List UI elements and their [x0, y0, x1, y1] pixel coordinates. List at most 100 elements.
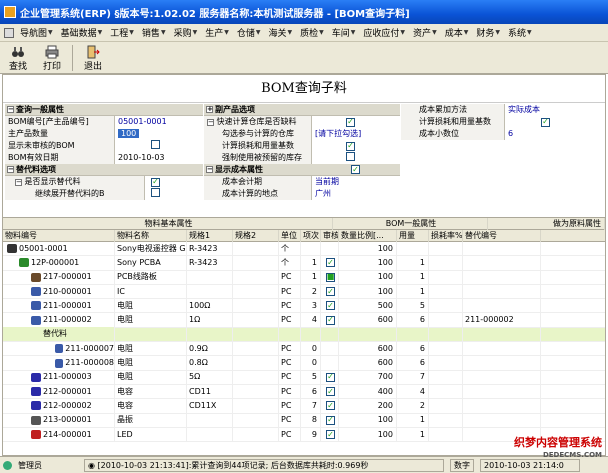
menu-item-8[interactable]: 质检 ▼ — [296, 26, 328, 39]
menu-item-1[interactable]: 基础数据 ▼ — [57, 26, 107, 39]
bom-code-value[interactable]: 05001-0001 — [115, 116, 167, 128]
cell-chk[interactable]: ✓ — [321, 255, 339, 270]
table-row[interactable]: 替代料 — [3, 327, 605, 343]
cost-method-value[interactable]: 实际成本 — [505, 104, 540, 116]
menu-doc-icon[interactable] — [4, 27, 14, 38]
column-header-2[interactable]: 规格1 — [187, 230, 233, 242]
cost-location-value[interactable]: 广州 — [312, 188, 331, 200]
cell-chk[interactable] — [321, 356, 339, 371]
column-header-1[interactable]: 物料名称 — [115, 230, 187, 242]
cost-period-value[interactable]: 当前期 — [312, 176, 339, 188]
menu-item-9[interactable]: 车间 ▼ — [328, 26, 360, 39]
menu-item-2[interactable]: 工程 ▼ — [106, 26, 138, 39]
column-header-5[interactable]: 项次 — [301, 230, 321, 242]
table-row[interactable]: 212-000001 电容 CD11 PC 6 ✓ 400 4 — [3, 384, 605, 400]
audit-checkbox[interactable]: ✓ — [326, 301, 335, 311]
warehouse-dropdown[interactable]: [请下拉勾选] — [312, 128, 361, 140]
section-substitute[interactable]: − 替代料选项 — [5, 164, 203, 176]
cell-seq: 0 — [301, 356, 321, 371]
search-button[interactable]: 查找 — [4, 45, 32, 72]
table-row[interactable]: 211-000003 电阻 5Ω PC 5 ✓ 700 7 — [3, 370, 605, 385]
section-byproduct[interactable]: + 副产品选项 — [204, 104, 400, 116]
printer-icon — [45, 45, 59, 59]
audit-checkbox[interactable]: ✓ — [326, 287, 335, 297]
table-row[interactable]: 211-000002 电阻 1Ω PC 4 ✓ 600 6 211-000002 — [3, 313, 605, 328]
menu-item-3[interactable]: 销售 ▼ — [138, 26, 170, 39]
audit-checkbox[interactable]: ✓ — [326, 415, 335, 425]
table-row[interactable]: 211-000007 电阻 0.9Ω PC 0 600 6 — [3, 341, 605, 357]
show-substitute-checkbox[interactable]: ✓ — [151, 177, 160, 187]
prop-force-reserved: 强制使用被预留的库存 — [204, 152, 400, 164]
audit-checkbox[interactable]: ✓ — [326, 258, 335, 268]
cell-loss — [429, 241, 463, 256]
table-row[interactable]: 05001-0001 Sony电视遥控器 G R-3423 个 100 — [3, 241, 605, 257]
cell-chk[interactable]: ✓ — [321, 413, 339, 428]
menu-item-14[interactable]: 系统 ▼ — [504, 26, 536, 39]
audit-checkbox[interactable]: ✓ — [326, 315, 335, 325]
table-row[interactable]: 12P-000001 Sony PCBA R-3423 个 1 ✓ 100 1 — [3, 255, 605, 271]
menu-item-6[interactable]: 仓储 ▼ — [233, 26, 265, 39]
quick-calc-checkbox[interactable]: ✓ — [346, 117, 355, 127]
column-header-3[interactable]: 规格2 — [233, 230, 279, 242]
cell-chk[interactable]: ✓ — [321, 370, 339, 385]
menu-item-12[interactable]: 成本 ▼ — [441, 26, 473, 39]
cell-s1 — [187, 413, 233, 428]
table-row[interactable]: 212-000002 电容 CD11X PC 7 ✓ 200 2 — [3, 398, 605, 414]
column-header-0[interactable]: 物料编号 — [3, 230, 115, 242]
cell-chk[interactable] — [321, 241, 339, 256]
cell-code: 212-000001 — [3, 384, 115, 399]
cell-name — [115, 327, 187, 342]
table-row[interactable]: 211-000001 电阻 100Ω PC 3 ✓ 500 5 — [3, 298, 605, 314]
menu-item-4[interactable]: 采购 ▼ — [170, 26, 202, 39]
cell-text: 211-000007 — [65, 343, 114, 353]
table-row[interactable]: 217-000001 PCB线路板 PC 1 ■ 100 1 — [3, 270, 605, 285]
cell-chk[interactable]: ✓ — [321, 398, 339, 413]
menu-item-0[interactable]: 导航图 ▼ — [16, 26, 57, 39]
show-unaudited-checkbox[interactable] — [151, 140, 160, 149]
print-button[interactable]: 打印 — [38, 45, 66, 72]
main-qty-input[interactable]: 100 — [118, 129, 140, 138]
table-row[interactable]: 213-000001 晶振 PC 8 ✓ 100 1 — [3, 413, 605, 428]
cell-chk[interactable] — [321, 341, 339, 356]
section-query-general[interactable]: − 查询一般属性 — [5, 104, 203, 116]
menu-item-11[interactable]: 资产 ▼ — [409, 26, 441, 39]
cell-ratio: 500 — [339, 298, 397, 313]
column-header-9[interactable]: 损耗率% — [429, 230, 463, 242]
cell-chk[interactable]: ✓ — [321, 384, 339, 399]
cell-s1: CD11X — [187, 398, 233, 413]
menu-item-5[interactable]: 生产 ▼ — [201, 26, 233, 39]
cell-chk[interactable]: ✓ — [321, 313, 339, 328]
audit-checkbox[interactable]: ✓ — [326, 387, 335, 397]
column-header-4[interactable]: 单位 — [279, 230, 301, 242]
cell-chk[interactable] — [321, 327, 339, 342]
audit-checkbox[interactable]: ✓ — [326, 372, 335, 382]
calc-loss-checkbox[interactable]: ✓ — [346, 141, 355, 151]
cell-chk[interactable]: ■ — [321, 270, 339, 285]
column-header-6[interactable]: 审核 — [321, 230, 339, 242]
column-header-10[interactable]: 替代编号 — [463, 230, 541, 242]
cost-calc-loss-checkbox[interactable]: ✓ — [541, 117, 550, 127]
table-row[interactable]: 210-000001 IC PC 2 ✓ 100 1 — [3, 284, 605, 300]
cell-chk[interactable]: ✓ — [321, 298, 339, 313]
audit-checkbox[interactable]: ■ — [326, 272, 335, 282]
audit-checkbox[interactable]: ✓ — [326, 430, 335, 440]
column-header-8[interactable]: 用量 — [397, 230, 429, 242]
show-cost-checkbox[interactable]: ✓ — [351, 165, 360, 174]
force-reserved-checkbox[interactable] — [346, 152, 355, 161]
cell-seq — [301, 327, 321, 342]
menu-item-13[interactable]: 财务 ▼ — [472, 26, 504, 39]
part-icon — [55, 344, 64, 354]
table-row[interactable]: 211-000008 电阻 0.8Ω PC 0 600 6 — [3, 356, 605, 371]
audit-checkbox[interactable]: ✓ — [326, 401, 335, 411]
section-cost[interactable]: − 显示成本属性 ✓ — [204, 164, 400, 176]
menu-item-10[interactable]: 应收应付 ▼ — [359, 26, 409, 39]
expand-substitute-checkbox[interactable] — [151, 188, 160, 197]
cost-decimals-value[interactable]: 6 — [505, 128, 513, 140]
exit-button[interactable]: 退出 — [79, 45, 107, 72]
menu-item-7[interactable]: 海关 ▼ — [264, 26, 296, 39]
column-header-7[interactable]: 数量比例[... — [339, 230, 397, 242]
cell-chk[interactable]: ✓ — [321, 284, 339, 299]
bom-date-value[interactable]: 2010-10-03 — [115, 152, 165, 164]
cell-chk[interactable]: ✓ — [321, 427, 339, 442]
cell-seq: 2 — [301, 284, 321, 299]
